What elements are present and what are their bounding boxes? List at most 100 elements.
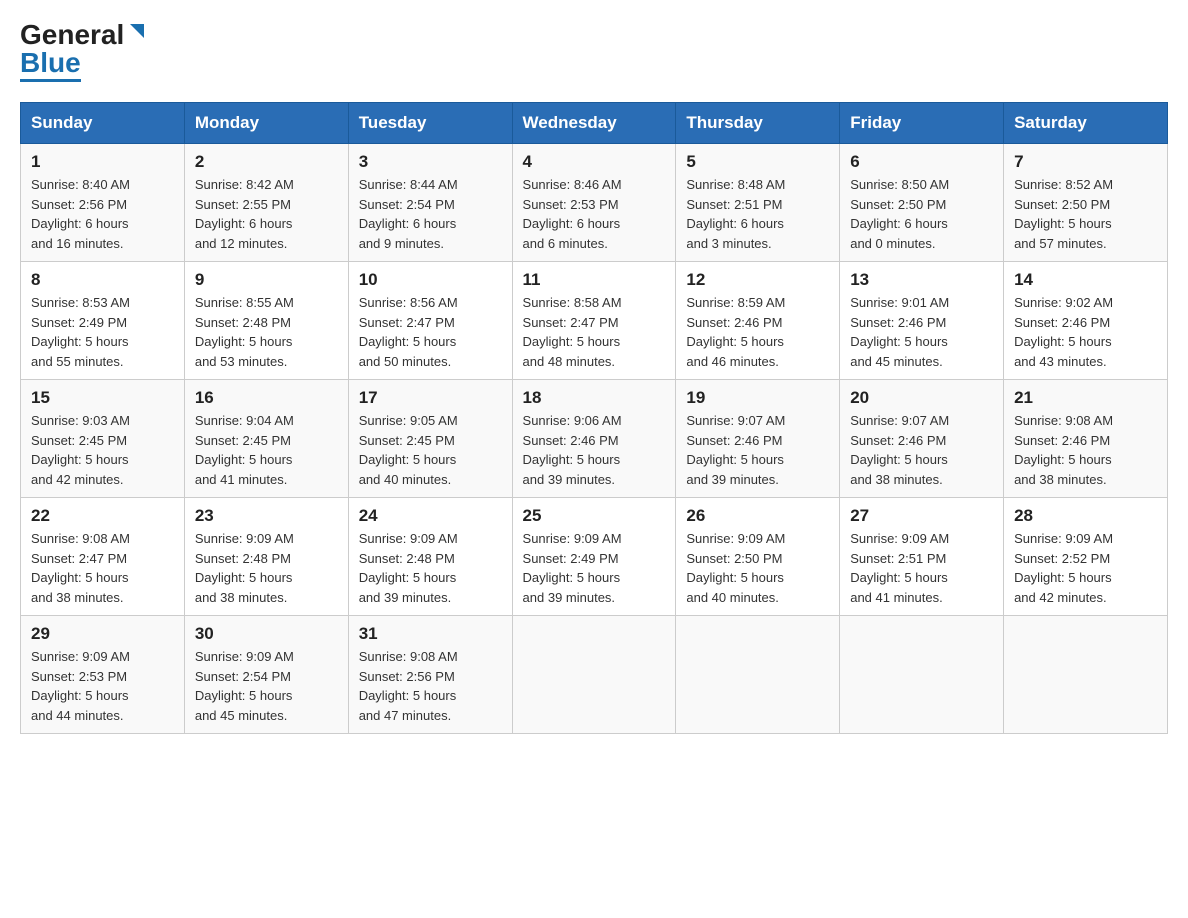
calendar-day-cell: 20 Sunrise: 9:07 AM Sunset: 2:46 PM Dayli…: [840, 380, 1004, 498]
day-number: 16: [195, 388, 338, 408]
calendar-week-row: 1 Sunrise: 8:40 AM Sunset: 2:56 PM Daylig…: [21, 144, 1168, 262]
calendar-day-cell: 3 Sunrise: 8:44 AM Sunset: 2:54 PM Daylig…: [348, 144, 512, 262]
day-info: Sunrise: 8:59 AM Sunset: 2:46 PM Dayligh…: [686, 293, 829, 371]
calendar-day-cell: 9Sunrise: 8:55 AM Sunset: 2:48 PM Daylig…: [184, 262, 348, 380]
day-info: Sunrise: 9:05 AM Sunset: 2:45 PM Dayligh…: [359, 411, 502, 489]
calendar-empty-cell: [676, 616, 840, 734]
column-header-monday: Monday: [184, 103, 348, 144]
day-info: Sunrise: 9:04 AM Sunset: 2:45 PM Dayligh…: [195, 411, 338, 489]
day-info: Sunrise: 9:09 AM Sunset: 2:51 PM Dayligh…: [850, 529, 993, 607]
calendar-week-row: 29Sunrise: 9:09 AM Sunset: 2:53 PM Dayli…: [21, 616, 1168, 734]
day-number: 30: [195, 624, 338, 644]
day-info: Sunrise: 8:44 AM Sunset: 2:54 PM Dayligh…: [359, 175, 502, 253]
day-number: 27: [850, 506, 993, 526]
day-info: Sunrise: 9:07 AM Sunset: 2:46 PM Dayligh…: [850, 411, 993, 489]
day-number: 18: [523, 388, 666, 408]
logo-general-text: General: [20, 21, 124, 49]
day-info: Sunrise: 9:09 AM Sunset: 2:53 PM Dayligh…: [31, 647, 174, 725]
day-info: Sunrise: 8:42 AM Sunset: 2:55 PM Dayligh…: [195, 175, 338, 253]
day-info: Sunrise: 8:46 AM Sunset: 2:53 PM Dayligh…: [523, 175, 666, 253]
day-number: 26: [686, 506, 829, 526]
day-number: 15: [31, 388, 174, 408]
calendar-day-cell: 7 Sunrise: 8:52 AM Sunset: 2:50 PM Daylig…: [1004, 144, 1168, 262]
day-number: 23: [195, 506, 338, 526]
day-number: 21: [1014, 388, 1157, 408]
calendar-day-cell: 15 Sunrise: 9:03 AM Sunset: 2:45 PM Dayli…: [21, 380, 185, 498]
day-info: Sunrise: 9:09 AM Sunset: 2:52 PM Dayligh…: [1014, 529, 1157, 607]
column-header-saturday: Saturday: [1004, 103, 1168, 144]
day-number: 13: [850, 270, 993, 290]
calendar-week-row: 8Sunrise: 8:53 AM Sunset: 2:49 PM Daylig…: [21, 262, 1168, 380]
day-info: Sunrise: 9:09 AM Sunset: 2:48 PM Dayligh…: [359, 529, 502, 607]
day-number: 19: [686, 388, 829, 408]
day-info: Sunrise: 9:07 AM Sunset: 2:46 PM Dayligh…: [686, 411, 829, 489]
calendar-day-cell: 25Sunrise: 9:09 AM Sunset: 2:49 PM Dayli…: [512, 498, 676, 616]
day-info: Sunrise: 9:01 AM Sunset: 2:46 PM Dayligh…: [850, 293, 993, 371]
calendar-table: SundayMondayTuesdayWednesdayThursdayFrid…: [20, 102, 1168, 734]
day-number: 20: [850, 388, 993, 408]
day-number: 9: [195, 270, 338, 290]
calendar-day-cell: 18 Sunrise: 9:06 AM Sunset: 2:46 PM Dayli…: [512, 380, 676, 498]
day-info: Sunrise: 9:09 AM Sunset: 2:50 PM Dayligh…: [686, 529, 829, 607]
calendar-day-cell: 13 Sunrise: 9:01 AM Sunset: 2:46 PM Dayli…: [840, 262, 1004, 380]
day-info: Sunrise: 8:58 AM Sunset: 2:47 PM Dayligh…: [523, 293, 666, 371]
day-info: Sunrise: 8:56 AM Sunset: 2:47 PM Dayligh…: [359, 293, 502, 371]
day-info: Sunrise: 9:06 AM Sunset: 2:46 PM Dayligh…: [523, 411, 666, 489]
day-info: Sunrise: 8:40 AM Sunset: 2:56 PM Dayligh…: [31, 175, 174, 253]
day-number: 31: [359, 624, 502, 644]
day-info: Sunrise: 9:08 AM Sunset: 2:56 PM Dayligh…: [359, 647, 502, 725]
calendar-day-cell: 1 Sunrise: 8:40 AM Sunset: 2:56 PM Daylig…: [21, 144, 185, 262]
day-info: Sunrise: 9:08 AM Sunset: 2:47 PM Dayligh…: [31, 529, 174, 607]
day-number: 7: [1014, 152, 1157, 172]
logo-blue-text: Blue: [20, 49, 81, 77]
calendar-day-cell: 29Sunrise: 9:09 AM Sunset: 2:53 PM Dayli…: [21, 616, 185, 734]
calendar-day-cell: 12 Sunrise: 8:59 AM Sunset: 2:46 PM Dayli…: [676, 262, 840, 380]
calendar-empty-cell: [512, 616, 676, 734]
calendar-day-cell: 26 Sunrise: 9:09 AM Sunset: 2:50 PM Dayli…: [676, 498, 840, 616]
day-number: 12: [686, 270, 829, 290]
day-info: Sunrise: 8:53 AM Sunset: 2:49 PM Dayligh…: [31, 293, 174, 371]
day-info: Sunrise: 8:48 AM Sunset: 2:51 PM Dayligh…: [686, 175, 829, 253]
day-info: Sunrise: 9:09 AM Sunset: 2:48 PM Dayligh…: [195, 529, 338, 607]
calendar-day-cell: 17 Sunrise: 9:05 AM Sunset: 2:45 PM Dayli…: [348, 380, 512, 498]
calendar-day-cell: 22Sunrise: 9:08 AM Sunset: 2:47 PM Dayli…: [21, 498, 185, 616]
day-number: 24: [359, 506, 502, 526]
calendar-day-cell: 21 Sunrise: 9:08 AM Sunset: 2:46 PM Dayli…: [1004, 380, 1168, 498]
day-number: 17: [359, 388, 502, 408]
column-header-thursday: Thursday: [676, 103, 840, 144]
calendar-day-cell: 4Sunrise: 8:46 AM Sunset: 2:53 PM Daylig…: [512, 144, 676, 262]
day-info: Sunrise: 8:50 AM Sunset: 2:50 PM Dayligh…: [850, 175, 993, 253]
calendar-day-cell: 31 Sunrise: 9:08 AM Sunset: 2:56 PM Dayli…: [348, 616, 512, 734]
calendar-day-cell: 5 Sunrise: 8:48 AM Sunset: 2:51 PM Daylig…: [676, 144, 840, 262]
day-number: 11: [523, 270, 666, 290]
page-header: General Blue: [20, 20, 1168, 82]
calendar-empty-cell: [840, 616, 1004, 734]
calendar-empty-cell: [1004, 616, 1168, 734]
day-info: Sunrise: 8:52 AM Sunset: 2:50 PM Dayligh…: [1014, 175, 1157, 253]
calendar-week-row: 22Sunrise: 9:08 AM Sunset: 2:47 PM Dayli…: [21, 498, 1168, 616]
calendar-day-cell: 24 Sunrise: 9:09 AM Sunset: 2:48 PM Dayli…: [348, 498, 512, 616]
calendar-day-cell: 14 Sunrise: 9:02 AM Sunset: 2:46 PM Dayli…: [1004, 262, 1168, 380]
day-number: 5: [686, 152, 829, 172]
logo-underline: [20, 79, 81, 82]
day-info: Sunrise: 9:09 AM Sunset: 2:49 PM Dayligh…: [523, 529, 666, 607]
calendar-day-cell: 30 Sunrise: 9:09 AM Sunset: 2:54 PM Dayli…: [184, 616, 348, 734]
day-info: Sunrise: 9:02 AM Sunset: 2:46 PM Dayligh…: [1014, 293, 1157, 371]
day-number: 2: [195, 152, 338, 172]
calendar-day-cell: 27 Sunrise: 9:09 AM Sunset: 2:51 PM Dayli…: [840, 498, 1004, 616]
calendar-header-row: SundayMondayTuesdayWednesdayThursdayFrid…: [21, 103, 1168, 144]
day-number: 1: [31, 152, 174, 172]
calendar-day-cell: 10Sunrise: 8:56 AM Sunset: 2:47 PM Dayli…: [348, 262, 512, 380]
day-number: 14: [1014, 270, 1157, 290]
column-header-wednesday: Wednesday: [512, 103, 676, 144]
day-info: Sunrise: 9:08 AM Sunset: 2:46 PM Dayligh…: [1014, 411, 1157, 489]
calendar-day-cell: 28 Sunrise: 9:09 AM Sunset: 2:52 PM Dayli…: [1004, 498, 1168, 616]
day-info: Sunrise: 9:03 AM Sunset: 2:45 PM Dayligh…: [31, 411, 174, 489]
day-info: Sunrise: 9:09 AM Sunset: 2:54 PM Dayligh…: [195, 647, 338, 725]
day-number: 3: [359, 152, 502, 172]
calendar-day-cell: 16 Sunrise: 9:04 AM Sunset: 2:45 PM Dayli…: [184, 380, 348, 498]
column-header-sunday: Sunday: [21, 103, 185, 144]
day-number: 28: [1014, 506, 1157, 526]
calendar-day-cell: 23 Sunrise: 9:09 AM Sunset: 2:48 PM Dayli…: [184, 498, 348, 616]
calendar-day-cell: 19 Sunrise: 9:07 AM Sunset: 2:46 PM Dayli…: [676, 380, 840, 498]
